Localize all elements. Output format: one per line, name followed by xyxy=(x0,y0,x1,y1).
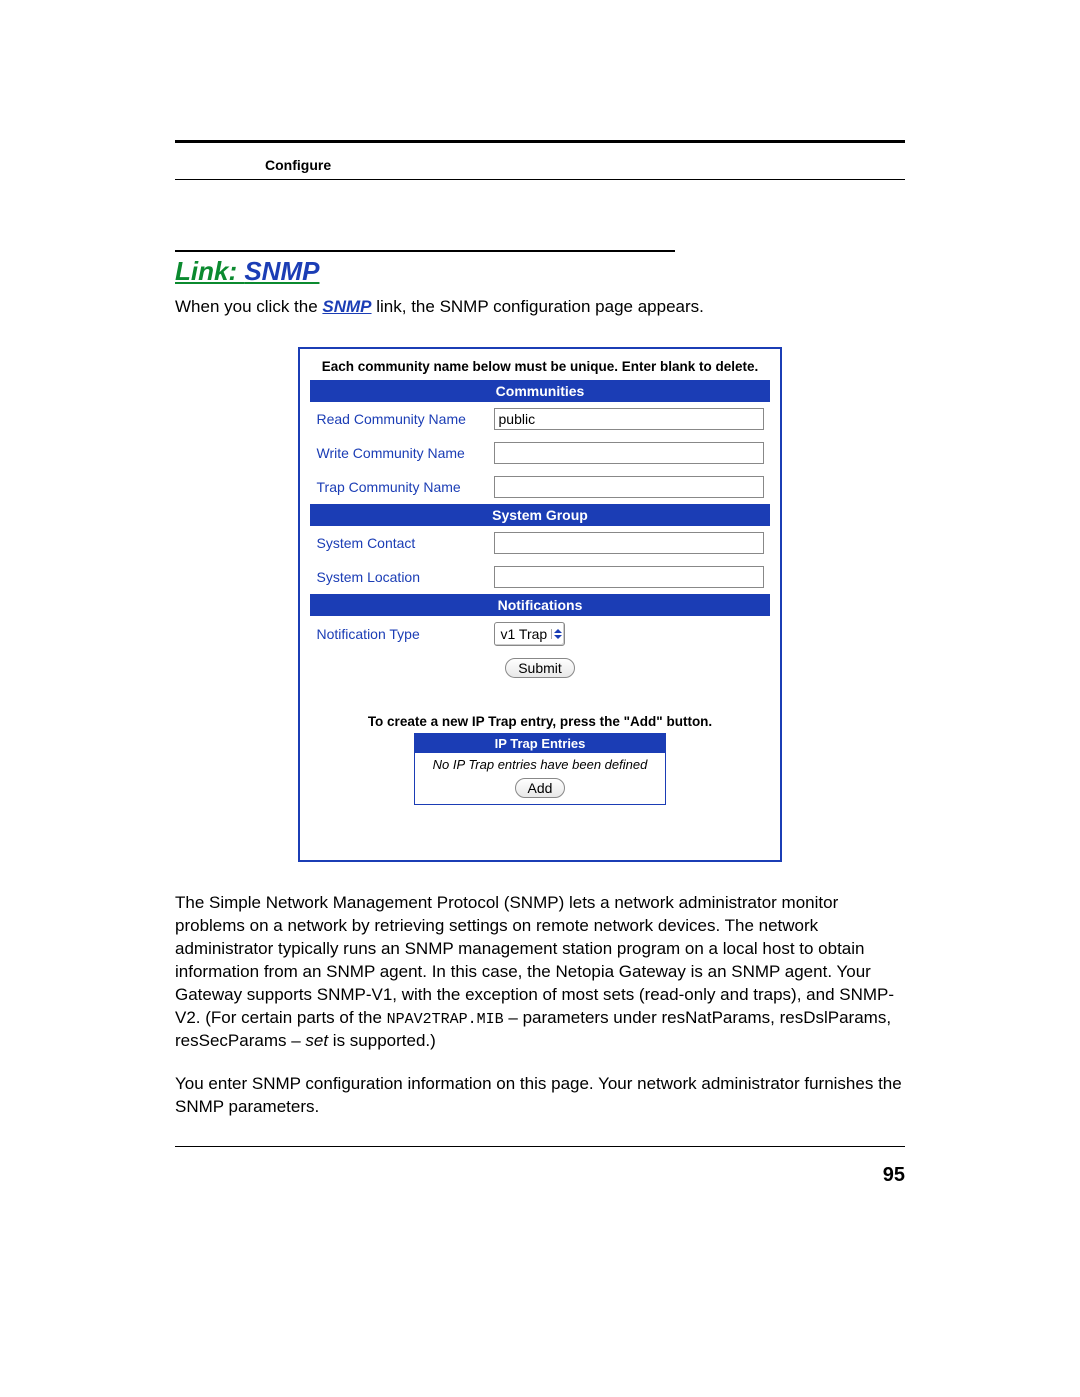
ip-trap-empty-text: No IP Trap entries have been defined xyxy=(415,753,665,774)
body-paragraph-1: The Simple Network Management Protocol (… xyxy=(175,892,905,1053)
system-contact-input[interactable] xyxy=(494,532,764,554)
page-title: Link: SNMP xyxy=(175,256,905,287)
snmp-link[interactable]: SNMP xyxy=(322,297,371,316)
ip-trap-header: IP Trap Entries xyxy=(415,734,665,753)
chevron-updown-icon xyxy=(551,629,562,639)
write-community-label: Write Community Name xyxy=(311,436,488,470)
title-link: SNMP xyxy=(244,256,319,286)
add-button[interactable]: Add xyxy=(515,778,566,798)
system-location-input[interactable] xyxy=(494,566,764,588)
read-community-input[interactable] xyxy=(494,408,764,430)
system-group-header: System Group xyxy=(311,505,770,526)
system-location-label: System Location xyxy=(311,560,488,595)
intro-text: When you click the SNMP link, the SNMP c… xyxy=(175,297,905,317)
add-trap-note: To create a new IP Trap entry, press the… xyxy=(310,714,770,729)
title-prefix: Link: xyxy=(175,256,244,286)
trap-community-label: Trap Community Name xyxy=(311,470,488,505)
read-community-label: Read Community Name xyxy=(311,402,488,437)
header-section-label: Configure xyxy=(265,157,905,173)
notification-type-label: Notification Type xyxy=(311,616,488,653)
notification-type-select[interactable]: v1 Trap xyxy=(494,622,566,646)
submit-button[interactable]: Submit xyxy=(505,658,575,678)
snmp-config-screenshot: Each community name below must be unique… xyxy=(298,347,782,862)
system-contact-label: System Contact xyxy=(311,526,488,561)
communities-header: Communities xyxy=(311,381,770,402)
write-community-input[interactable] xyxy=(494,442,764,464)
page-number: 95 xyxy=(883,1164,905,1187)
trap-community-input[interactable] xyxy=(494,476,764,498)
ip-trap-entries-box: IP Trap Entries No IP Trap entries have … xyxy=(414,733,666,805)
notifications-header: Notifications xyxy=(311,595,770,616)
community-unique-note: Each community name below must be unique… xyxy=(310,359,770,374)
body-paragraph-2: You enter SNMP configuration information… xyxy=(175,1073,905,1119)
